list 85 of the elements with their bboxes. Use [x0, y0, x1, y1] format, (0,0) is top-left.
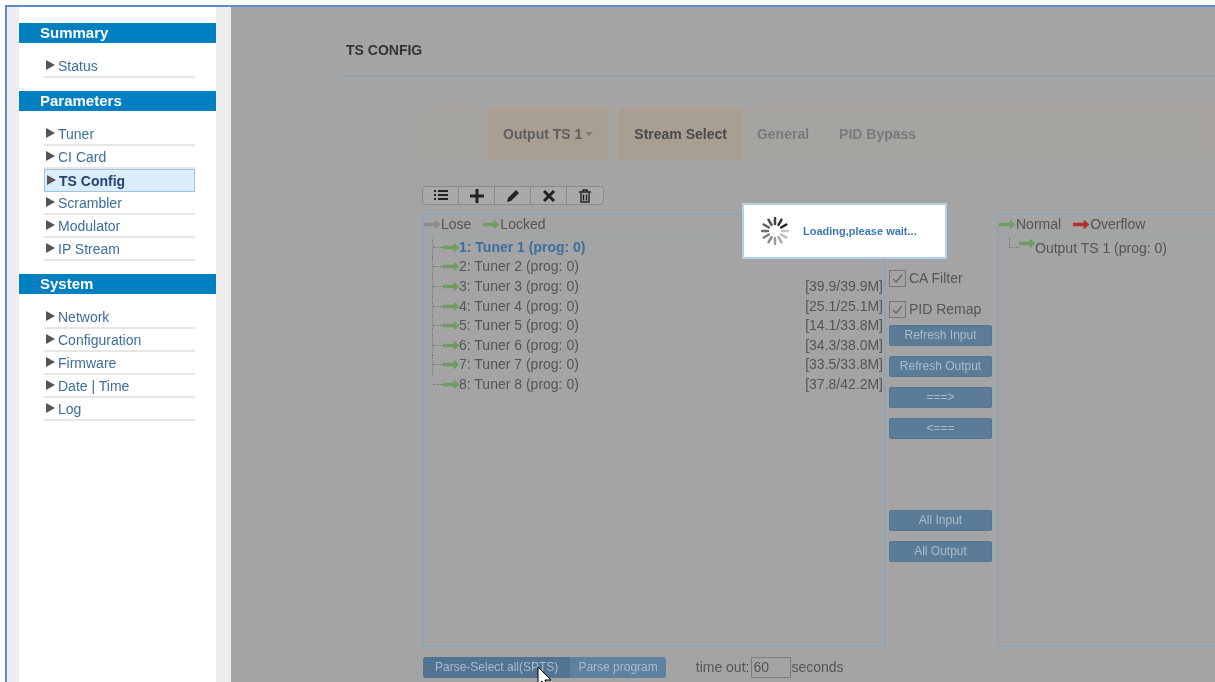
legend-label: Lose	[441, 214, 472, 234]
triangle-icon	[46, 127, 55, 138]
tree-item[interactable]: 8: Tuner 8 (prog: 0)	[459, 373, 579, 395]
dropdown-tab[interactable]: Output TS 1	[488, 108, 609, 160]
triangle-icon	[46, 379, 55, 390]
tree-item[interactable]: 7: Tuner 7 (prog: 0)	[459, 354, 579, 376]
action-button[interactable]: All Output	[889, 540, 992, 562]
parse-button[interactable]: Parse program	[570, 656, 666, 678]
checkbox-label: CA Filter	[909, 268, 963, 288]
pencil-icon	[505, 188, 520, 203]
arrow-icon	[424, 218, 440, 230]
action-button[interactable]: ===>	[889, 386, 992, 408]
triangle-icon	[46, 356, 55, 367]
arrow-icon	[1073, 218, 1090, 230]
unit-label: seconds	[791, 657, 844, 677]
arrow-icon	[443, 339, 459, 351]
action-button[interactable]: All Input	[889, 509, 992, 531]
arrow-icon	[443, 241, 459, 253]
arrow-icon	[443, 320, 459, 332]
check-icon	[891, 272, 904, 284]
spinner-icon	[761, 217, 789, 245]
bitrate-text: [37.8/42.2M]	[805, 374, 884, 394]
sidebar-item[interactable]: Configuration	[44, 329, 195, 352]
sidebar-item[interactable]: IP Stream	[44, 238, 195, 261]
sidebar-item[interactable]: Status	[44, 55, 195, 78]
triangle-icon	[46, 196, 55, 207]
loading-text: Loading,please wait...	[803, 223, 917, 239]
arrow-icon	[1019, 237, 1035, 249]
sidebar-item[interactable]: Date | Time	[44, 375, 195, 398]
sidebar-section-header: Parameters	[19, 91, 216, 111]
trash-icon	[578, 188, 592, 203]
tree-item[interactable]: 4: Tuner 4 (prog: 0)	[459, 295, 579, 317]
triangle-icon	[46, 150, 55, 161]
sidebar-section-header: Summary	[19, 23, 216, 43]
action-button[interactable]: Refresh Output	[889, 355, 992, 377]
tree-item[interactable]: 5: Tuner 5 (prog: 0)	[459, 315, 579, 337]
arrow-icon	[443, 378, 459, 390]
arrow-icon	[483, 218, 500, 230]
tree-item[interactable]: 3: Tuner 3 (prog: 0)	[459, 276, 579, 297]
triangle-icon	[46, 402, 55, 413]
sidebar-item[interactable]: Modulator	[44, 215, 195, 238]
arrow-icon	[443, 261, 459, 273]
sidebar-section-header: System	[19, 274, 216, 294]
arrow-icon	[443, 359, 459, 371]
action-button[interactable]: <===	[889, 417, 992, 439]
add-icon	[469, 188, 484, 203]
triangle-icon	[47, 174, 56, 185]
sidebar-item[interactable]: TS Config	[44, 169, 195, 192]
bitrate-text: [34.3/38.0M]	[805, 335, 884, 355]
list-icon	[433, 188, 448, 203]
tree-item[interactable]: 1: Tuner 1 (prog: 0)	[459, 236, 586, 258]
action-button[interactable]: Refresh Input	[889, 324, 992, 346]
triangle-icon	[46, 219, 55, 230]
triangle-icon	[46, 310, 55, 321]
sidebar-item[interactable]: Scrambler	[44, 192, 195, 215]
tree-item[interactable]: 2: Tuner 2 (prog: 0)	[459, 256, 579, 278]
tab[interactable]: Stream Select	[619, 108, 742, 160]
checkbox[interactable]	[889, 269, 906, 287]
checkbox[interactable]	[889, 300, 906, 318]
arrow-icon	[443, 300, 459, 312]
timeout-label: time out:	[695, 657, 750, 677]
arrow-icon	[443, 281, 459, 292]
tree-item[interactable]: 6: Tuner 6 (prog: 0)	[459, 334, 579, 356]
sidebar-item[interactable]: Firmware	[44, 352, 195, 375]
bitrate-text: [33.5/33.8M]	[805, 355, 884, 375]
legend-label: Locked	[500, 214, 546, 234]
check-icon	[891, 303, 904, 315]
bitrate-text: [25.1/25.1M]	[805, 296, 884, 316]
timeout-field[interactable]: 60	[751, 656, 792, 678]
close-icon	[541, 188, 556, 203]
parse-button[interactable]: Parse-Select all(SPTS)	[423, 656, 571, 678]
bitrate-text: [14.1/33.8M]	[805, 316, 884, 336]
arrow-icon	[999, 218, 1015, 230]
sidebar-item[interactable]: Tuner	[44, 123, 195, 146]
legend-label: Normal	[1016, 214, 1062, 234]
page-title: TS CONFIG	[346, 41, 423, 60]
checkbox-label: PID Remap	[909, 299, 982, 319]
sidebar-item[interactable]: Log	[44, 398, 195, 421]
legend-label: Overflow	[1090, 214, 1146, 234]
sidebar-item[interactable]: Network	[44, 306, 195, 329]
triangle-icon	[46, 59, 55, 70]
triangle-icon	[46, 333, 55, 344]
bitrate-text: [39.9/39.9M]	[805, 277, 884, 296]
tree-item[interactable]: Output TS 1 (prog: 0)	[1035, 237, 1168, 259]
triangle-icon	[46, 242, 55, 253]
